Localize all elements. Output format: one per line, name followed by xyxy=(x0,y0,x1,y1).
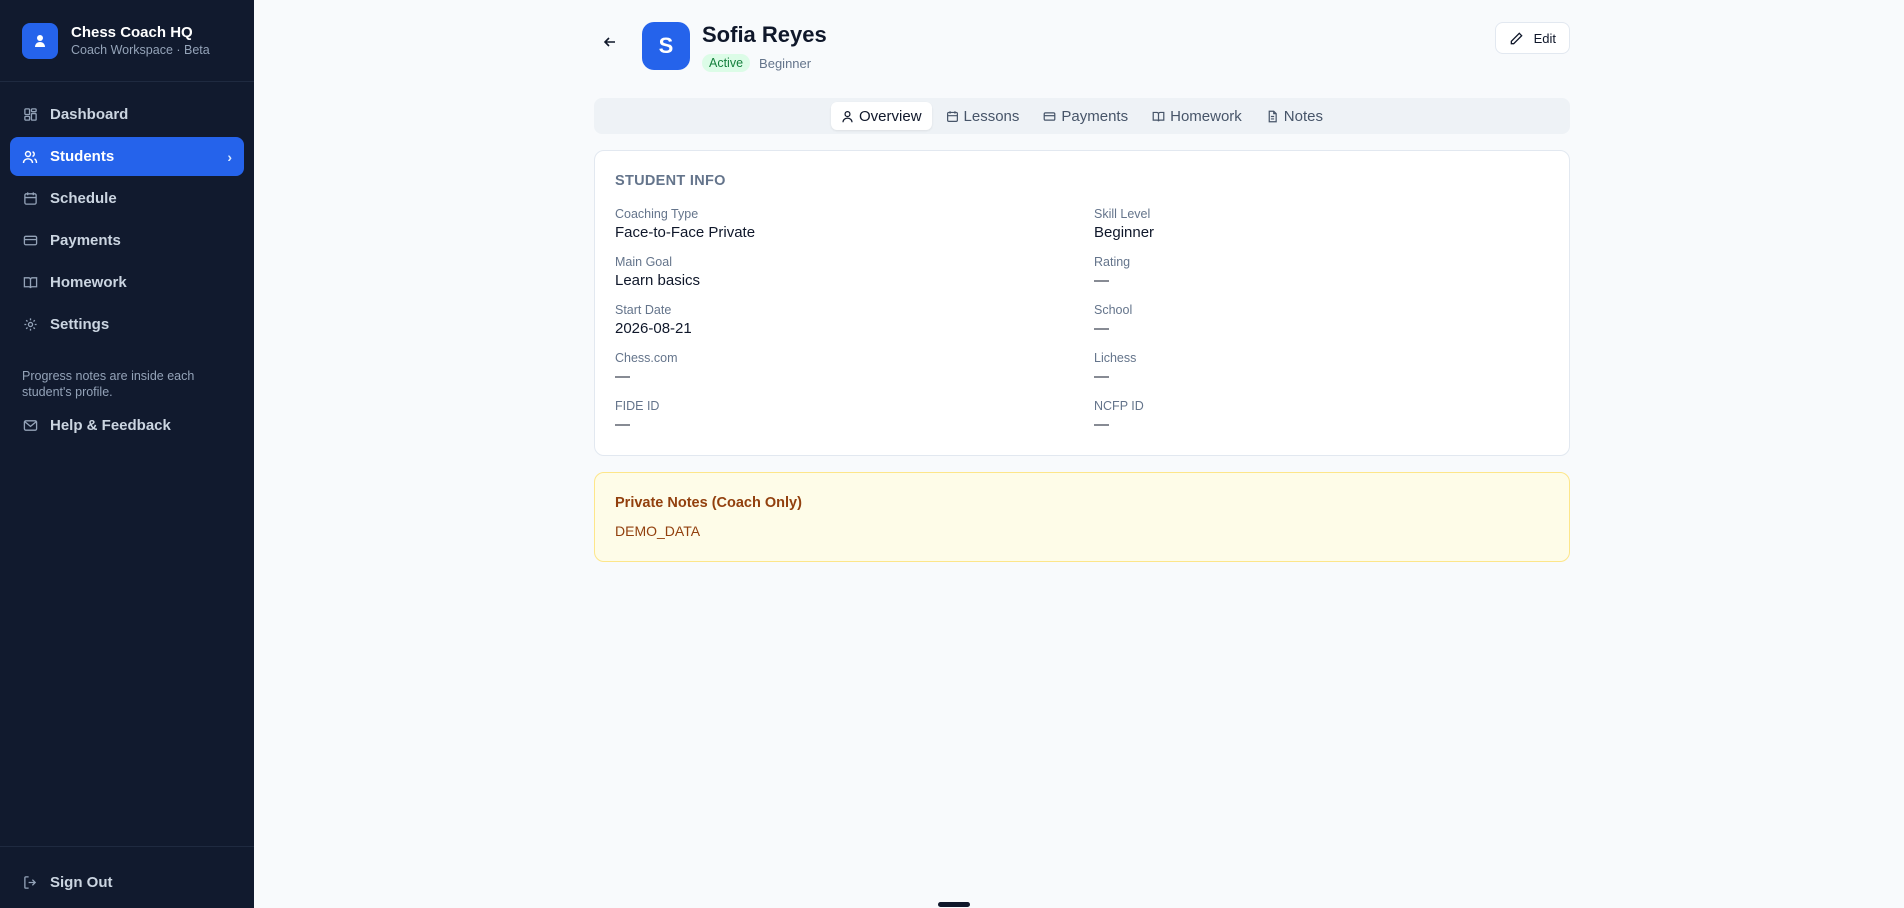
credit-card-icon xyxy=(1043,110,1056,123)
field-label: Coaching Type xyxy=(615,207,699,221)
field-value: — xyxy=(1094,416,1109,433)
sidebar-nav: Dashboard Students › Schedule Payments H… xyxy=(0,82,254,445)
private-notes-card: Private Notes (Coach Only) DEMO_DATA xyxy=(594,472,1570,562)
sidebar-item-schedule[interactable]: Schedule xyxy=(10,179,244,218)
student-info-card: STUDENT INFO Coaching Type Face-to-Face … xyxy=(594,150,1570,456)
private-notes-body: DEMO_DATA xyxy=(615,523,701,539)
field-label: Chess.com xyxy=(615,351,678,365)
card-title: STUDENT INFO xyxy=(615,173,726,189)
chevron-right-icon: › xyxy=(227,148,232,165)
sidebar-item-students[interactable]: Students › xyxy=(10,137,244,176)
sidebar-item-label: Settings xyxy=(50,316,110,333)
logout-icon xyxy=(22,875,38,891)
field-value: 2026-08-21 xyxy=(615,320,692,337)
private-notes-title: Private Notes (Coach Only) xyxy=(615,495,802,511)
tab-homework[interactable]: Homework xyxy=(1142,102,1252,130)
tab-label: Overview xyxy=(859,107,922,125)
tab-label: Homework xyxy=(1170,107,1242,125)
back-button[interactable] xyxy=(598,30,622,54)
sidebar-note: Progress notes are inside each student's… xyxy=(22,369,195,399)
sidebar-item-label: Dashboard xyxy=(50,106,129,123)
edit-label: Edit xyxy=(1533,30,1556,46)
field-value: — xyxy=(615,416,630,433)
home-indicator xyxy=(938,902,970,907)
field-value: — xyxy=(615,368,630,385)
field-fide-id: FIDE ID — xyxy=(615,399,995,435)
student-badges: Active Beginner xyxy=(702,54,811,72)
sign-out-button[interactable]: Sign Out xyxy=(10,863,244,902)
sidebar-item-homework[interactable]: Homework xyxy=(10,263,244,302)
main-area: S Sofia Reyes Active Beginner Edit Overv… xyxy=(254,0,1904,908)
profile-tabs: Overview Lessons Payments Homework Notes xyxy=(594,98,1570,134)
sidebar-item-label: Schedule xyxy=(50,190,117,207)
sidebar-item-dashboard[interactable]: Dashboard xyxy=(10,95,244,134)
field-label: Lichess xyxy=(1094,351,1137,365)
tab-notes[interactable]: Notes xyxy=(1256,102,1333,130)
sidebar-item-label: Students xyxy=(50,148,115,165)
sidebar-item-settings[interactable]: Settings xyxy=(10,305,244,344)
sign-out-label: Sign Out xyxy=(50,874,113,891)
field-main-goal: Main Goal Learn basics xyxy=(615,255,995,291)
gear-icon xyxy=(22,317,38,333)
brand: Chess Coach HQ Coach Workspace · Beta xyxy=(0,0,254,82)
avatar: S xyxy=(642,22,690,70)
field-lichess: Lichess — xyxy=(1094,351,1474,387)
credit-card-icon xyxy=(22,233,38,249)
arrow-left-icon xyxy=(602,34,618,50)
field-start-date: Start Date 2026-08-21 xyxy=(615,303,995,339)
field-value: Face-to-Face Private xyxy=(615,224,756,241)
field-rating: Rating — xyxy=(1094,255,1474,291)
sidebar-item-help[interactable]: Help & Feedback xyxy=(10,406,244,445)
field-label: NCFP ID xyxy=(1094,399,1144,413)
field-label: Skill Level xyxy=(1094,207,1151,221)
brand-title: Chess Coach HQ xyxy=(71,23,193,41)
tab-payments[interactable]: Payments xyxy=(1033,102,1138,130)
field-value: Beginner xyxy=(1094,224,1155,241)
field-value: — xyxy=(1094,368,1109,385)
sidebar: Chess Coach HQ Coach Workspace · Beta Da… xyxy=(0,0,254,908)
users-icon xyxy=(22,149,38,165)
tab-label: Notes xyxy=(1283,107,1323,125)
field-value: — xyxy=(1094,320,1109,337)
skill-level-badge: Beginner xyxy=(759,55,812,71)
field-label: Main Goal xyxy=(615,255,672,269)
student-name: Sofia Reyes xyxy=(702,22,827,47)
field-label: School xyxy=(1094,303,1133,317)
field-label: FIDE ID xyxy=(615,399,660,413)
pencil-icon xyxy=(1509,31,1524,46)
field-label: Rating xyxy=(1094,255,1131,269)
file-icon xyxy=(1266,110,1279,123)
signout-section: Sign Out xyxy=(0,846,254,905)
tab-label: Lessons xyxy=(963,107,1020,125)
sidebar-item-label: Help & Feedback xyxy=(50,417,171,434)
field-chess-com: Chess.com — xyxy=(615,351,995,387)
field-ncfp-id: NCFP ID — xyxy=(1094,399,1474,435)
edit-button[interactable]: Edit xyxy=(1494,22,1570,54)
profile-header: S Sofia Reyes Active Beginner Edit xyxy=(594,0,1570,80)
mail-icon xyxy=(22,418,38,434)
book-icon xyxy=(22,275,38,291)
calendar-icon xyxy=(946,110,959,123)
student-profile: S Sofia Reyes Active Beginner Edit Overv… xyxy=(594,0,1570,562)
user-icon xyxy=(22,22,58,59)
field-school: School — xyxy=(1094,303,1474,339)
tab-lessons[interactable]: Lessons xyxy=(936,102,1030,130)
grid-icon xyxy=(22,107,38,123)
book-icon xyxy=(1152,110,1165,123)
brand-subtitle: Coach Workspace · Beta xyxy=(71,42,210,57)
sidebar-item-label: Homework xyxy=(50,274,127,291)
field-skill-level: Skill Level Beginner xyxy=(1094,207,1474,243)
field-value: Learn basics xyxy=(615,272,701,289)
sidebar-item-payments[interactable]: Payments xyxy=(10,221,244,260)
status-badge: Active xyxy=(702,54,751,72)
field-label: Start Date xyxy=(615,303,672,317)
tab-overview[interactable]: Overview xyxy=(831,102,932,130)
field-coaching-type: Coaching Type Face-to-Face Private xyxy=(615,207,995,243)
calendar-icon xyxy=(22,191,38,207)
tab-label: Payments xyxy=(1061,107,1129,125)
sidebar-item-label: Payments xyxy=(50,232,121,249)
user-icon xyxy=(841,110,854,123)
field-value: — xyxy=(1094,272,1109,289)
